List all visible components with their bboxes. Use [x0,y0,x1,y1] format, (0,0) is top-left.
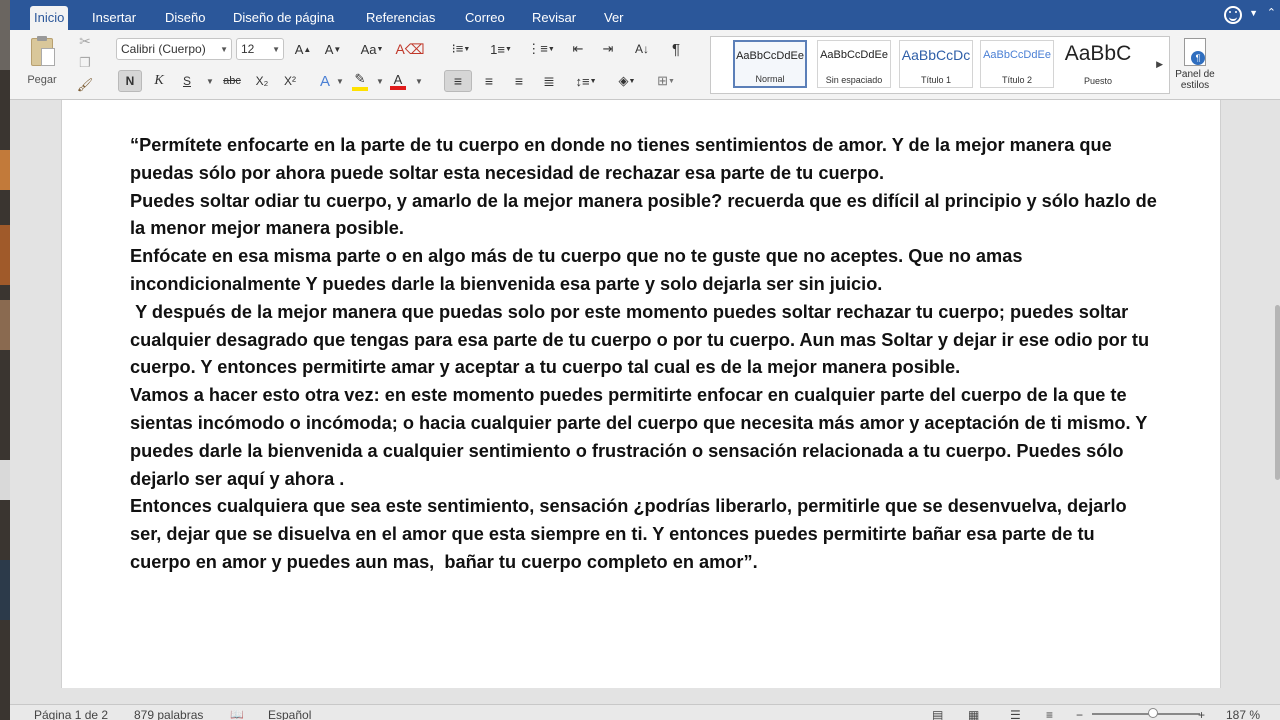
page-count[interactable]: Página 1 de 2 [34,708,108,720]
tab-insertar[interactable]: Insertar [88,6,140,30]
style-preview: AaBbC [1064,42,1132,65]
font-color-button[interactable]: A [386,70,410,92]
styles-pane-icon: ¶ [1184,38,1206,66]
zoom-slider-thumb[interactable] [1148,708,1158,718]
ribbon-home: Pegar ✂ ❐ 🖌 Calibri (Cuerpo) ▼ 12 ▼ A ▲ A… [10,30,1280,100]
document-page[interactable]: “Permítete enfocarte en la parte de tu c… [61,100,1221,688]
superscript-button[interactable]: X² [278,70,302,92]
paragraph: Y después de la mejor manera que puedas … [130,301,1155,378]
ribbon-tab-bar: Inicio Insertar Diseño Diseño de página … [10,0,1280,30]
copy-icon[interactable]: ❐ [76,54,94,72]
clear-format-icon[interactable]: A⌫ [395,38,424,60]
style-normal[interactable]: AaBbCcDdEe Normal [733,40,807,88]
bullets-icon[interactable]: ⁝≡ ▼ [446,38,476,60]
align-left-icon[interactable]: ≡ [444,70,472,92]
font-color-letter: A [393,71,403,87]
chevron-down-icon[interactable]: ▼ [1249,8,1258,18]
style-titulo-2[interactable]: AaBbCcDdEe Título 2 [980,40,1054,88]
format-painter-icon[interactable]: 🖌 [76,76,94,94]
style-titulo-1[interactable]: AaBbCcDc Título 1 [899,40,973,88]
collapse-ribbon-icon[interactable]: ⌃ [1267,6,1276,19]
align-center-icon[interactable]: ≡ [476,70,502,92]
paste-label: Pegar [27,74,57,86]
multilevel-list-icon[interactable]: ⋮≡ ▼ [526,38,556,60]
decrease-indent-icon[interactable]: ⇤ [566,38,590,60]
numbering-icon[interactable]: 1≡ ▼ [486,38,516,60]
print-layout-view-icon[interactable]: ▤ [932,708,943,720]
shrink-font-button[interactable]: A ▼ [320,38,346,60]
borders-icon[interactable]: ⊞ ▼ [650,70,682,92]
strikethrough-button[interactable]: abc [218,70,246,92]
tab-correo[interactable]: Correo [461,6,509,30]
tab-diseno-de-pagina[interactable]: Diseño de página [229,6,338,30]
feedback-smile-icon[interactable] [1224,6,1242,24]
document-body[interactable]: “Permítete enfocarte en la parte de tu c… [130,132,1160,577]
cut-scissors-icon[interactable]: ✂ [76,32,94,50]
sort-icon[interactable]: A↓ [630,38,654,60]
desktop-background-strip [0,0,10,720]
gallery-next-arrow-icon[interactable]: ▶ [1156,59,1163,70]
zoom-out-button[interactable]: − [1076,708,1083,720]
underline-button[interactable]: S [176,70,198,92]
web-layout-view-icon[interactable]: ▦ [968,708,979,720]
font-family-value: Calibri (Cuerpo) [121,42,206,56]
style-puesto[interactable]: AaBbC Puesto [1061,40,1135,88]
font-size-select[interactable]: 12 ▼ [236,38,284,60]
subscript-button[interactable]: X₂ [250,70,274,92]
font-size-value: 12 [241,42,255,56]
paragraph: Enfócate en esa misma parte o en algo má… [130,246,1023,294]
styles-gallery: AaBbCcDdEe Normal AaBbCcDdEe Sin espacia… [710,36,1170,94]
style-preview: AaBbCcDc [901,47,971,63]
highlight-button[interactable]: ✎ [348,70,372,92]
paragraph: “Permítete enfocarte en la parte de tu c… [130,135,1112,183]
shading-bucket-icon[interactable]: ◈ ▼ [612,70,642,92]
clipboard-icon [31,36,55,66]
document-area: “Permítete enfocarte en la parte de tu c… [10,100,1280,704]
highlighter-icon: ✎ [354,71,366,86]
style-preview: AaBbCcDdEe [820,49,888,61]
justify-icon[interactable]: ≣ [536,70,562,92]
status-bar: Página 1 de 2 879 palabras 📖 Español ▤ ▦… [10,704,1280,720]
show-marks-icon[interactable]: ¶ [664,38,688,60]
styles-pane-button[interactable]: ¶ Panel de estilos [1165,38,1225,98]
increase-indent-icon[interactable]: ⇥ [596,38,620,60]
align-right-icon[interactable]: ≡ [506,70,532,92]
font-family-select[interactable]: Calibri (Cuerpo) ▼ [116,38,232,60]
change-case-button[interactable]: Aa ▼ [356,38,388,60]
vertical-scrollbar-thumb[interactable] [1275,305,1280,480]
tab-revisar[interactable]: Revisar [528,6,580,30]
tab-inicio[interactable]: Inicio [30,6,69,30]
line-spacing-icon[interactable]: ↕≡ ▼ [570,70,602,92]
tab-referencias[interactable]: Referencias [362,6,439,30]
zoom-in-button[interactable]: + [1198,708,1205,720]
paragraph: Entonces cualquiera que sea este sentimi… [130,496,1132,572]
bold-button[interactable]: N [118,70,142,92]
style-name: Normal [755,74,785,84]
style-name: Título 1 [920,75,951,85]
style-name: Título 2 [1001,75,1032,85]
language-indicator[interactable]: Español [268,708,311,720]
style-sin-espaciado[interactable]: AaBbCcDdEe Sin espaciado [817,40,891,88]
word-count[interactable]: 879 palabras [134,708,203,720]
zoom-level[interactable]: 187 % [1226,708,1260,720]
outline-view-icon[interactable]: ☰ [1010,708,1021,720]
draft-view-icon[interactable]: ≡ [1046,708,1053,720]
italic-button[interactable]: K [148,70,170,92]
zoom-slider[interactable] [1092,713,1200,715]
proofing-book-icon[interactable]: 📖 [230,708,244,720]
paragraph: Puedes soltar odiar tu cuerpo, y amarlo … [130,190,1157,239]
tab-ver[interactable]: Ver [600,6,628,30]
paste-button[interactable]: Pegar [22,34,62,92]
tab-diseno[interactable]: Diseño [161,6,209,30]
style-name: Sin espaciado [825,75,883,85]
text-effects-icon[interactable]: A [312,70,338,92]
paragraph: Vamos a hacer esto otra vez: en este mom… [130,385,1148,489]
word-window: Inicio Insertar Diseño Diseño de página … [0,0,1280,720]
style-name: Puesto [1083,76,1113,86]
styles-pane-label: Panel de estilos [1175,69,1215,91]
style-preview: AaBbCcDdEe [983,49,1051,61]
style-preview: AaBbCcDdEe [736,50,804,62]
grow-font-button[interactable]: A ▲ [290,38,316,60]
